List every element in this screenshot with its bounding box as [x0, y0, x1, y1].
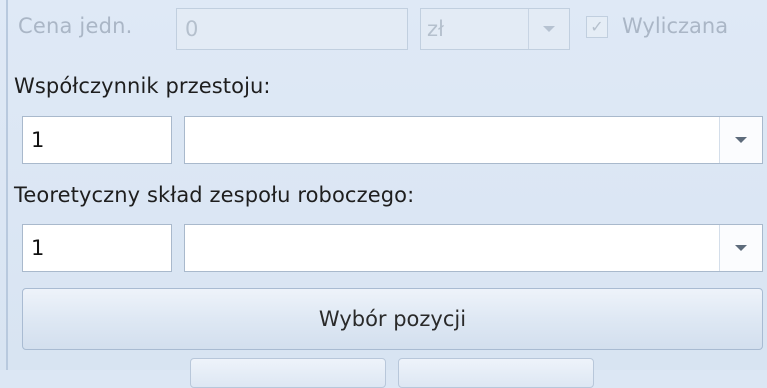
chevron-down-icon: [735, 245, 747, 251]
calculated-label: Wyliczana: [622, 14, 729, 38]
checkmark-icon: ✓: [590, 17, 604, 36]
bottom-button-right[interactable]: [398, 358, 594, 388]
chevron-down-icon: [735, 137, 747, 143]
unit-price-input: 0: [176, 8, 408, 50]
downtime-dropdown-button[interactable]: [719, 117, 762, 163]
currency-value: zł: [427, 17, 444, 41]
currency-dropdown-button: [528, 9, 569, 49]
downtime-coefficient-combo[interactable]: [184, 116, 763, 164]
calculated-checkbox: ✓: [586, 16, 608, 38]
crew-composition-input[interactable]: 1: [22, 224, 172, 272]
select-position-button[interactable]: Wybór pozycji: [22, 288, 763, 350]
currency-select: zł: [420, 8, 570, 50]
panel-left-border: [6, 0, 8, 370]
form-panel: Cena jedn. 0 zł ✓ Wyliczana Współczynnik…: [0, 0, 767, 388]
downtime-coefficient-label: Współczynnik przestoju:: [14, 74, 271, 98]
crew-dropdown-button[interactable]: [719, 225, 762, 271]
crew-composition-combo[interactable]: [184, 224, 763, 272]
unit-price-label: Cena jedn.: [18, 14, 133, 38]
crew-composition-label: Teoretyczny skład zespołu roboczego:: [14, 183, 415, 207]
bottom-button-left[interactable]: [190, 358, 386, 388]
downtime-coefficient-input[interactable]: 1: [22, 116, 172, 164]
chevron-down-icon: [543, 26, 555, 32]
